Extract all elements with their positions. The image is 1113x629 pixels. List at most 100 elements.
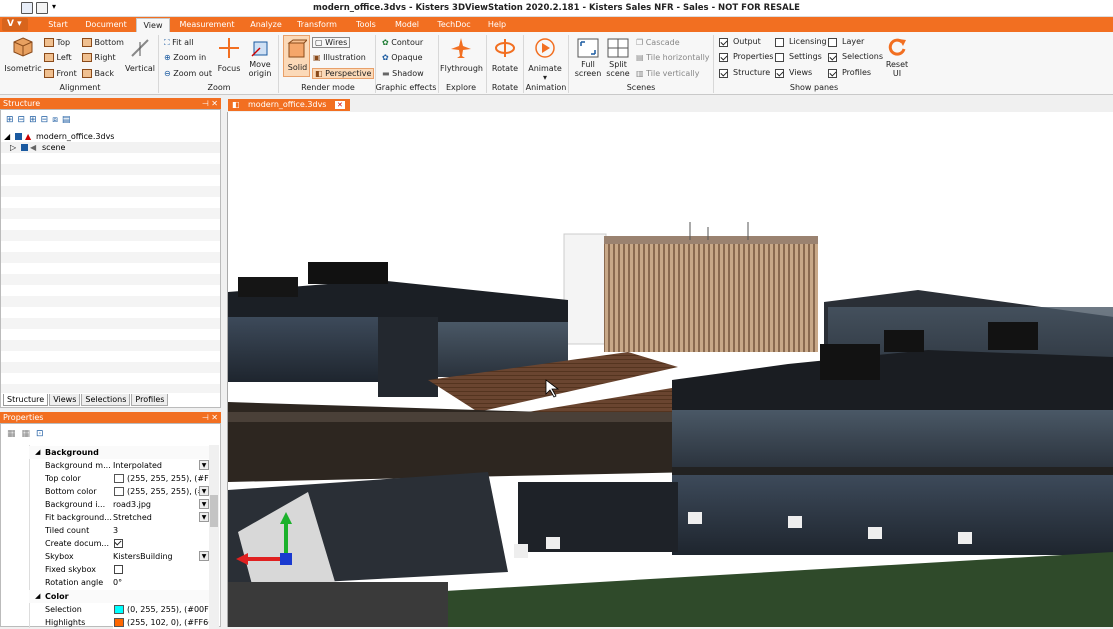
expand-icon[interactable]: ⊞ — [29, 115, 41, 125]
tab-profiles[interactable]: Profiles — [131, 394, 169, 406]
tile-vertically-button[interactable]: ▥ Tile vertically — [636, 69, 699, 78]
tab-selections[interactable]: Selections — [81, 394, 131, 406]
close-tab-icon[interactable]: ✕ — [335, 101, 345, 109]
view-top-button[interactable]: Top — [44, 38, 70, 47]
3d-viewport[interactable] — [227, 112, 1113, 627]
wires-button[interactable]: ▢ Wires — [312, 37, 351, 48]
collapse-category-icon[interactable]: ◢ — [35, 592, 40, 600]
prop-row[interactable]: Background i... road3.jpg ▼ — [29, 498, 209, 511]
prop-row[interactable]: Skybox KistersBuilding ▼ — [29, 550, 209, 563]
tab-structure[interactable]: Structure — [3, 394, 49, 406]
selections-checkbox[interactable] — [828, 53, 837, 62]
vertical-button[interactable]: Vertical — [124, 34, 156, 80]
dropdown-icon[interactable]: ▼ — [199, 512, 209, 522]
properties-scrollbar[interactable] — [209, 445, 219, 628]
prop-row[interactable]: Rotation angle 0° — [29, 576, 209, 589]
full-screen-button[interactable]: Full screen — [573, 34, 603, 80]
tab-help[interactable]: Help — [482, 19, 512, 32]
opaque-button[interactable]: ✿ Opaque — [382, 53, 423, 62]
tab-transform[interactable]: Transform — [294, 19, 340, 32]
fixed-skybox-checkbox[interactable] — [114, 565, 123, 574]
view-front-button[interactable]: Front — [44, 69, 77, 78]
collapse-category-icon[interactable]: ◢ — [35, 448, 40, 456]
category-background[interactable]: Background — [29, 446, 209, 459]
cascade-button[interactable]: ❐ Cascade — [636, 38, 680, 47]
tab-tools[interactable]: Tools — [350, 19, 382, 32]
tree-item-label: modern_office.3dvs — [36, 132, 115, 141]
animate-button[interactable]: Animate ▾ — [526, 34, 564, 82]
tab-measurement[interactable]: Measurement — [176, 19, 238, 32]
settings-checkbox[interactable] — [775, 53, 784, 62]
dropdown-icon[interactable]: ▼ — [199, 460, 209, 470]
prop-row[interactable]: Highlights (255, 102, 0), (#FF660 — [29, 616, 209, 629]
create-document-checkbox[interactable] — [114, 539, 123, 548]
view-bottom-button[interactable]: Bottom — [82, 38, 124, 47]
focus-button[interactable]: Focus — [214, 34, 244, 80]
prop-row[interactable]: Selection (0, 255, 255), (#00FFFF — [29, 603, 209, 616]
shadow-button[interactable]: ▬ Shadow — [382, 69, 424, 78]
prop-row[interactable]: Background m... Interpolated ▼ — [29, 459, 209, 472]
app-menu-button[interactable]: V ▾ — [2, 18, 28, 31]
move-origin-button[interactable]: Move origin — [245, 34, 275, 80]
expand-all-icon[interactable]: ⊞ — [6, 115, 18, 125]
dropdown-icon[interactable]: ▼ — [199, 486, 209, 496]
tab-views[interactable]: Views — [49, 394, 81, 406]
structure-checkbox[interactable] — [719, 69, 728, 78]
views-checkbox[interactable] — [775, 69, 784, 78]
view-back-button[interactable]: Back — [82, 69, 114, 78]
prop-row[interactable]: Fit background... Stretched ▼ — [29, 511, 209, 524]
tab-start[interactable]: Start — [40, 19, 76, 32]
zoom-in-button[interactable]: ⊕ Zoom in — [164, 53, 206, 62]
flythrough-button[interactable]: Flythrough — [440, 34, 483, 80]
tree-item-root[interactable]: ◢ ▲ modern_office.3dvs — [1, 131, 220, 142]
contour-button[interactable]: ✿ Contour — [382, 38, 423, 47]
collapse-arrow-icon[interactable]: ◢ — [4, 131, 10, 142]
zoom-out-button[interactable]: ⊖ Zoom out — [164, 69, 212, 78]
profiles-checkbox[interactable] — [828, 69, 837, 78]
document-tab[interactable]: ◧ modern_office.3dvs ✕ — [228, 99, 350, 111]
category-color[interactable]: Color — [29, 590, 209, 603]
visibility-checkbox-icon[interactable] — [21, 144, 28, 151]
isometric-button[interactable]: Isometric — [4, 34, 42, 80]
fit-all-button[interactable]: ⛶ Fit all — [164, 38, 193, 48]
prop-row[interactable]: Fixed skybox — [29, 563, 209, 576]
scrollbar-thumb[interactable] — [210, 495, 218, 527]
categorized-icon[interactable]: ▦ — [7, 429, 22, 439]
licensing-checkbox[interactable] — [775, 38, 784, 47]
illustration-button[interactable]: ▣ Illustration — [313, 53, 366, 62]
tab-model[interactable]: Model — [390, 19, 424, 32]
tree-item-scene[interactable]: ▷ ◀ scene — [1, 142, 220, 153]
tab-techdoc[interactable]: TechDoc — [432, 19, 476, 32]
tab-analyze[interactable]: Analyze — [246, 19, 286, 32]
rotate-button[interactable]: Rotate — [489, 34, 521, 80]
filter-icon[interactable]: ⊡ — [36, 429, 50, 439]
tab-document[interactable]: Document — [80, 19, 132, 32]
fit-selection-icon[interactable]: ⧈ — [52, 115, 62, 125]
alphabetical-icon[interactable]: ▦ — [22, 429, 37, 439]
output-checkbox[interactable] — [719, 38, 728, 47]
expand-arrow-icon[interactable]: ▷ — [10, 142, 16, 153]
view-right-button[interactable]: Right — [82, 53, 116, 62]
prop-row[interactable]: Create docum... — [29, 537, 209, 550]
list-icon[interactable]: ▤ — [62, 115, 75, 125]
reset-ui-button[interactable]: Reset UI — [882, 34, 912, 80]
origin-label: origin — [248, 69, 272, 78]
solid-button[interactable]: Solid — [283, 35, 310, 77]
pin-close-icon[interactable]: ⊣ ✕ — [202, 98, 218, 109]
visibility-checkbox-icon[interactable] — [15, 133, 22, 140]
layer-checkbox[interactable] — [828, 38, 837, 47]
collapse-icon[interactable]: ⊟ — [41, 115, 53, 125]
view-left-button[interactable]: Left — [44, 53, 72, 62]
collapse-all-icon[interactable]: ⊟ — [18, 115, 30, 125]
tile-horizontally-button[interactable]: ▤ Tile horizontally — [636, 53, 710, 62]
prop-row[interactable]: Tiled count 3 — [29, 524, 209, 537]
prop-row[interactable]: Top color (255, 255, 255), (#FFFF — [29, 472, 209, 485]
properties-checkbox[interactable] — [719, 53, 728, 62]
pin-close-icon[interactable]: ⊣ ✕ — [202, 412, 218, 423]
prop-row[interactable]: Bottom color (255, 255, 255), (#FFF ▼ — [29, 485, 209, 498]
split-scene-button[interactable]: Split scene — [603, 34, 633, 80]
dropdown-icon[interactable]: ▼ — [199, 551, 209, 561]
tab-view[interactable]: View — [136, 18, 170, 32]
perspective-button[interactable]: ◧ Perspective — [312, 68, 375, 79]
dropdown-icon[interactable]: ▼ — [199, 499, 209, 509]
